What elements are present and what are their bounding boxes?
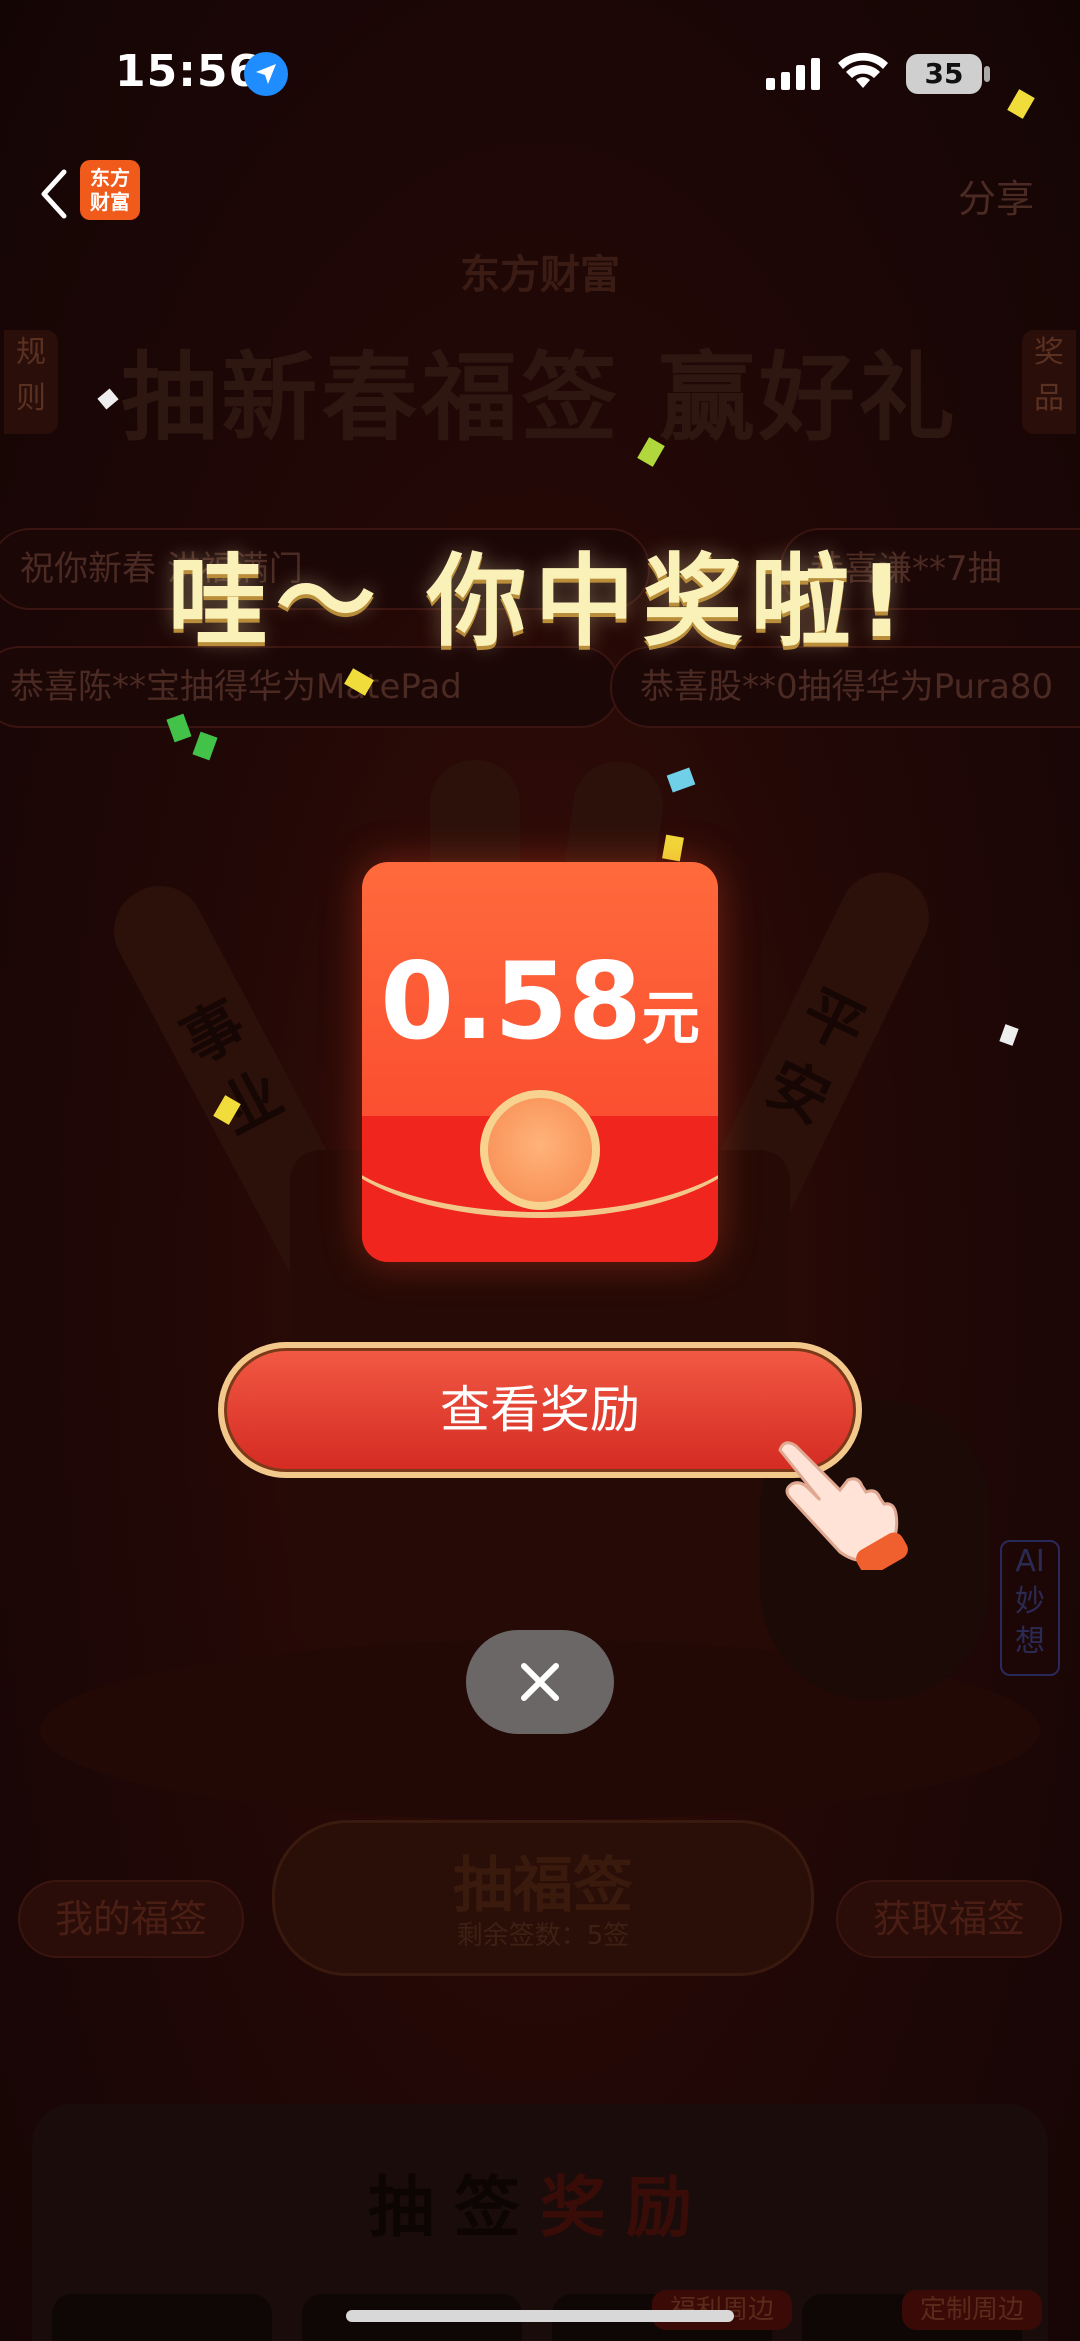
view-reward-label: 查看奖励 [440, 1381, 640, 1439]
red-envelope: 0.58元 [362, 862, 718, 1262]
confetti [166, 713, 192, 743]
amount-unit: 元 [641, 984, 700, 1052]
confetti [192, 731, 218, 761]
confetti [97, 388, 119, 410]
confetti [999, 1024, 1019, 1046]
confetti [662, 834, 684, 862]
amount-value: 0.58 [380, 940, 642, 1063]
confetti [344, 668, 374, 696]
prize-amount: 0.58元 [362, 942, 718, 1078]
close-popup-button[interactable] [466, 1630, 614, 1734]
view-reward-button[interactable]: 查看奖励 [218, 1342, 862, 1478]
confetti [213, 1095, 241, 1125]
close-icon [521, 1663, 559, 1701]
prize-popup: 哇～ 你中奖啦! 0.58元 查看奖励 [0, 0, 1080, 2341]
confetti [1007, 89, 1035, 119]
home-indicator[interactable] [346, 2310, 734, 2322]
confetti [637, 437, 665, 467]
pointing-hand-icon [778, 1441, 908, 1570]
confetti [666, 767, 696, 793]
envelope-seal [480, 1090, 600, 1210]
popup-headline: 哇～ 你中奖啦! [167, 543, 913, 660]
